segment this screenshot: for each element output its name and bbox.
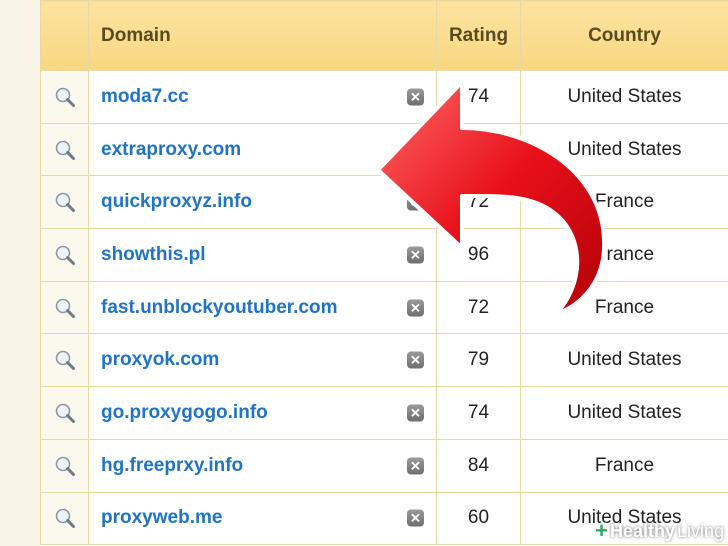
rating-cell: 96: [436, 228, 521, 282]
search-cell[interactable]: [40, 333, 89, 388]
table-body: moda7.cc ✕ 74 United States extraproxy.c…: [40, 70, 728, 546]
search-cell[interactable]: [40, 70, 89, 124]
search-icon[interactable]: [41, 507, 88, 529]
domain-cell: go.proxygogo.info ✕: [88, 386, 437, 440]
domain-cell: hg.freeprxy.info ✕: [88, 438, 437, 493]
close-icon[interactable]: ✕: [407, 299, 424, 317]
search-icon[interactable]: [41, 455, 88, 477]
country-cell: United States: [520, 333, 728, 388]
left-margin: [0, 0, 40, 546]
rating-cell: 84: [436, 438, 521, 493]
page: Domain Rating Country moda7.cc ✕ 74 Unit…: [0, 0, 728, 546]
country-cell: France: [520, 280, 728, 335]
table-row: moda7.cc ✕ 74 United States: [40, 70, 728, 124]
close-icon[interactable]: ✕: [407, 404, 424, 422]
header-search: [40, 0, 89, 71]
rating-cell: 60: [436, 491, 521, 546]
domain-cell: proxyok.com ✕: [88, 333, 437, 388]
domain-link[interactable]: extraproxy.com: [101, 139, 241, 160]
country-cell: France: [520, 228, 728, 282]
domain-cell: extraproxy.com ✕: [88, 122, 437, 177]
domain-link[interactable]: hg.freeprxy.info: [101, 455, 243, 476]
domain-cell: showthis.pl ✕: [88, 228, 437, 282]
country-cell: United States: [520, 122, 728, 177]
close-icon[interactable]: ✕: [407, 509, 424, 527]
watermark-plus-icon: +: [595, 518, 608, 543]
country-cell: France: [520, 175, 728, 230]
search-icon[interactable]: [41, 139, 88, 161]
close-icon[interactable]: ✕: [407, 457, 424, 475]
table-row: hg.freeprxy.info ✕ 84 France: [40, 438, 728, 493]
domain-link[interactable]: fast.unblockyoutuber.com: [101, 297, 337, 318]
table-row: extraproxy.com ✕ United States: [40, 122, 728, 177]
header-country[interactable]: Country: [520, 0, 728, 71]
close-icon[interactable]: ✕: [407, 351, 424, 369]
rating-cell: 79: [436, 333, 521, 388]
close-icon[interactable]: ✕: [407, 193, 424, 211]
table-row: quickproxyz.info ✕ 72 France: [40, 175, 728, 230]
domain-cell: moda7.cc ✕: [88, 70, 437, 124]
rating-cell: 72: [436, 280, 521, 335]
search-cell[interactable]: [40, 438, 89, 493]
search-cell[interactable]: [40, 175, 89, 230]
country-cell: France: [520, 438, 728, 493]
close-icon[interactable]: ✕: [407, 88, 424, 106]
domain-cell: proxyweb.me ✕: [88, 491, 437, 546]
domain-cell: fast.unblockyoutuber.com ✕: [88, 280, 437, 335]
domain-link[interactable]: proxyweb.me: [101, 507, 222, 528]
table-row: showthis.pl ✕ 96 France: [40, 228, 728, 282]
table-row: go.proxygogo.info ✕ 74 United States: [40, 386, 728, 440]
watermark-bold-text: Healthy: [609, 520, 675, 541]
domain-cell: quickproxyz.info ✕: [88, 175, 437, 230]
domain-link[interactable]: proxyok.com: [101, 349, 219, 370]
proxy-table: Domain Rating Country moda7.cc ✕ 74 Unit…: [40, 0, 728, 546]
search-icon[interactable]: [41, 349, 88, 371]
table-row: proxyok.com ✕ 79 United States: [40, 333, 728, 388]
search-icon[interactable]: [41, 191, 88, 213]
search-icon[interactable]: [41, 297, 88, 319]
close-icon[interactable]: ✕: [407, 246, 424, 264]
header-domain[interactable]: Domain: [88, 0, 437, 71]
search-icon[interactable]: [41, 86, 88, 108]
watermark: + Healthy Living: [595, 518, 724, 544]
country-cell: United States: [520, 386, 728, 440]
search-icon[interactable]: [41, 402, 88, 424]
search-cell[interactable]: [40, 122, 89, 177]
domain-link[interactable]: go.proxygogo.info: [101, 402, 268, 423]
search-cell[interactable]: [40, 228, 89, 282]
header-rating[interactable]: Rating: [436, 0, 521, 71]
search-cell[interactable]: [40, 280, 89, 335]
rating-cell: 74: [436, 70, 521, 124]
search-icon[interactable]: [41, 244, 88, 266]
search-cell[interactable]: [40, 386, 89, 440]
rating-cell: 74: [436, 386, 521, 440]
country-cell: United States: [520, 70, 728, 124]
watermark-light-text: Living: [676, 520, 724, 541]
rating-cell: 72: [436, 175, 521, 230]
domain-link[interactable]: moda7.cc: [101, 86, 189, 107]
table-header-row: Domain Rating Country: [40, 0, 728, 71]
search-cell[interactable]: [40, 491, 89, 546]
domain-link[interactable]: quickproxyz.info: [101, 191, 252, 212]
table-row: fast.unblockyoutuber.com ✕ 72 France: [40, 280, 728, 335]
rating-cell: [436, 122, 521, 177]
close-icon[interactable]: ✕: [407, 141, 424, 159]
domain-link[interactable]: showthis.pl: [101, 244, 206, 265]
